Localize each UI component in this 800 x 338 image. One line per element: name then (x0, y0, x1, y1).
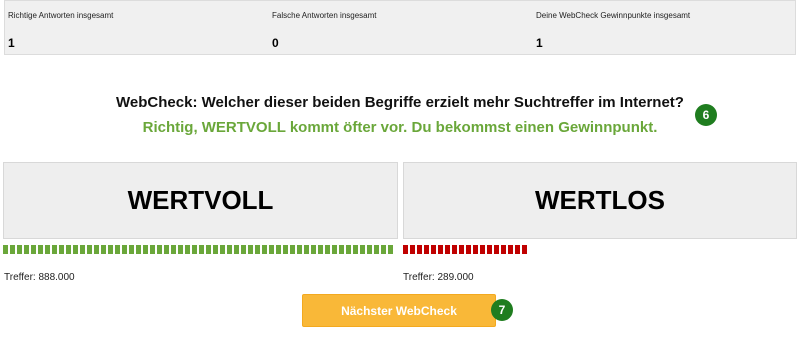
hits-bar-segment (424, 245, 429, 254)
hits-bar-segment (94, 245, 99, 254)
hits-bar-segment (452, 245, 457, 254)
hits-bar-segment (185, 245, 190, 254)
hits-bar-segment (241, 245, 246, 254)
hits-bar-segment (108, 245, 113, 254)
hits-bar-segment (367, 245, 372, 254)
hits-bar-segment (445, 245, 450, 254)
hits-bar-segment (262, 245, 267, 254)
hits-bar-segment (339, 245, 344, 254)
hits-bar-segment (164, 245, 169, 254)
hits-bar-segment (3, 245, 8, 254)
hits-bar-segment (10, 245, 15, 254)
next-webcheck-label: Nächster WebCheck (341, 303, 457, 318)
hits-bar-segment (38, 245, 43, 254)
hits-bar-segment (45, 245, 50, 254)
hits-bar-left (3, 245, 393, 254)
step-marker-badge: 6 (695, 104, 717, 126)
hits-bar-segment (192, 245, 197, 254)
stat-correct-label: Richtige Antworten insgesamt (8, 11, 114, 20)
hits-right-text: Treffer: 289.000 (403, 272, 474, 283)
hits-bar-segment (508, 245, 513, 254)
hits-bar-segment (136, 245, 141, 254)
hits-bar-segment (122, 245, 127, 254)
hits-bar-segment (410, 245, 415, 254)
hits-bar-segment (248, 245, 253, 254)
hits-bar-segment (269, 245, 274, 254)
option-right-button[interactable]: WERTLOS (403, 162, 797, 239)
hits-bar-segment (213, 245, 218, 254)
hits-bar-segment (234, 245, 239, 254)
hits-bar-segment (150, 245, 155, 254)
option-right-term: WERTLOS (535, 185, 665, 215)
hits-bar-segment (353, 245, 358, 254)
result-message: Richtig, WERTVOLL kommt öfter vor. Du be… (0, 119, 800, 136)
hits-bar-segment (487, 245, 492, 254)
hits-bar-segment (417, 245, 422, 254)
hits-bar-segment (171, 245, 176, 254)
hits-bar-segment (374, 245, 379, 254)
option-left-button[interactable]: WERTVOLL (3, 162, 398, 239)
question-heading: WebCheck: Welcher dieser beiden Begriffe… (0, 94, 800, 111)
hits-bar-segment (297, 245, 302, 254)
hits-bar-segment (199, 245, 204, 254)
hits-left-text: Treffer: 888.000 (4, 272, 75, 283)
hits-bar-segment (17, 245, 22, 254)
hits-bar-segment (31, 245, 36, 254)
hits-bar-segment (283, 245, 288, 254)
question-text: WebCheck: Welcher dieser beiden Begriffe… (116, 94, 684, 111)
hits-bar-segment (115, 245, 120, 254)
hits-bar-segment (206, 245, 211, 254)
stat-points-value: 1 (536, 36, 543, 50)
hits-bar-segment (66, 245, 71, 254)
step-marker-badge-button: 7 (491, 299, 513, 321)
hits-bar-segment (494, 245, 499, 254)
hits-bar-segment (24, 245, 29, 254)
hits-bar-segment (473, 245, 478, 254)
hits-bar-segment (325, 245, 330, 254)
hits-bar-segment (129, 245, 134, 254)
hits-bar-segment (346, 245, 351, 254)
hits-bar-segment (459, 245, 464, 254)
hits-bar-segment (304, 245, 309, 254)
result-text: Richtig, WERTVOLL kommt öfter vor. Du be… (142, 119, 658, 136)
stat-points-label: Deine WebCheck Gewinnpunkte insgesamt (536, 11, 691, 20)
hits-bar-segment (220, 245, 225, 254)
hits-bar-segment (388, 245, 393, 254)
hits-bar-segment (157, 245, 162, 254)
stat-wrong-value: 0 (272, 36, 279, 50)
hits-bar-segment (255, 245, 260, 254)
hits-bar-right (403, 245, 527, 254)
option-left-term: WERTVOLL (127, 185, 274, 215)
hits-bar-segment (360, 245, 365, 254)
stat-wrong-label: Falsche Antworten insgesamt (272, 11, 377, 20)
hits-bar-segment (143, 245, 148, 254)
hits-bar-segment (466, 245, 471, 254)
hits-bar-segment (227, 245, 232, 254)
hits-bar-segment (73, 245, 78, 254)
hits-bar-segment (59, 245, 64, 254)
hits-bar-segment (515, 245, 520, 254)
hits-bar-segment (522, 245, 527, 254)
hits-bar-segment (311, 245, 316, 254)
hits-bar-segment (318, 245, 323, 254)
hits-bar-segment (480, 245, 485, 254)
hits-bar-segment (101, 245, 106, 254)
hits-bar-segment (332, 245, 337, 254)
hits-bar-segment (276, 245, 281, 254)
hits-bar-segment (431, 245, 436, 254)
hits-bar-segment (438, 245, 443, 254)
hits-bar-segment (381, 245, 386, 254)
hits-bar-segment (52, 245, 57, 254)
hits-bar-segment (178, 245, 183, 254)
hits-bar-segment (80, 245, 85, 254)
hits-bar-segment (501, 245, 506, 254)
next-webcheck-button[interactable]: Nächster WebCheck (302, 294, 496, 327)
hits-bar-segment (403, 245, 408, 254)
stat-correct-value: 1 (8, 36, 15, 50)
hits-bar-segment (290, 245, 295, 254)
stats-panel: Richtige Antworten insgesamt 1 Falsche A… (4, 0, 796, 55)
hits-bar-segment (87, 245, 92, 254)
